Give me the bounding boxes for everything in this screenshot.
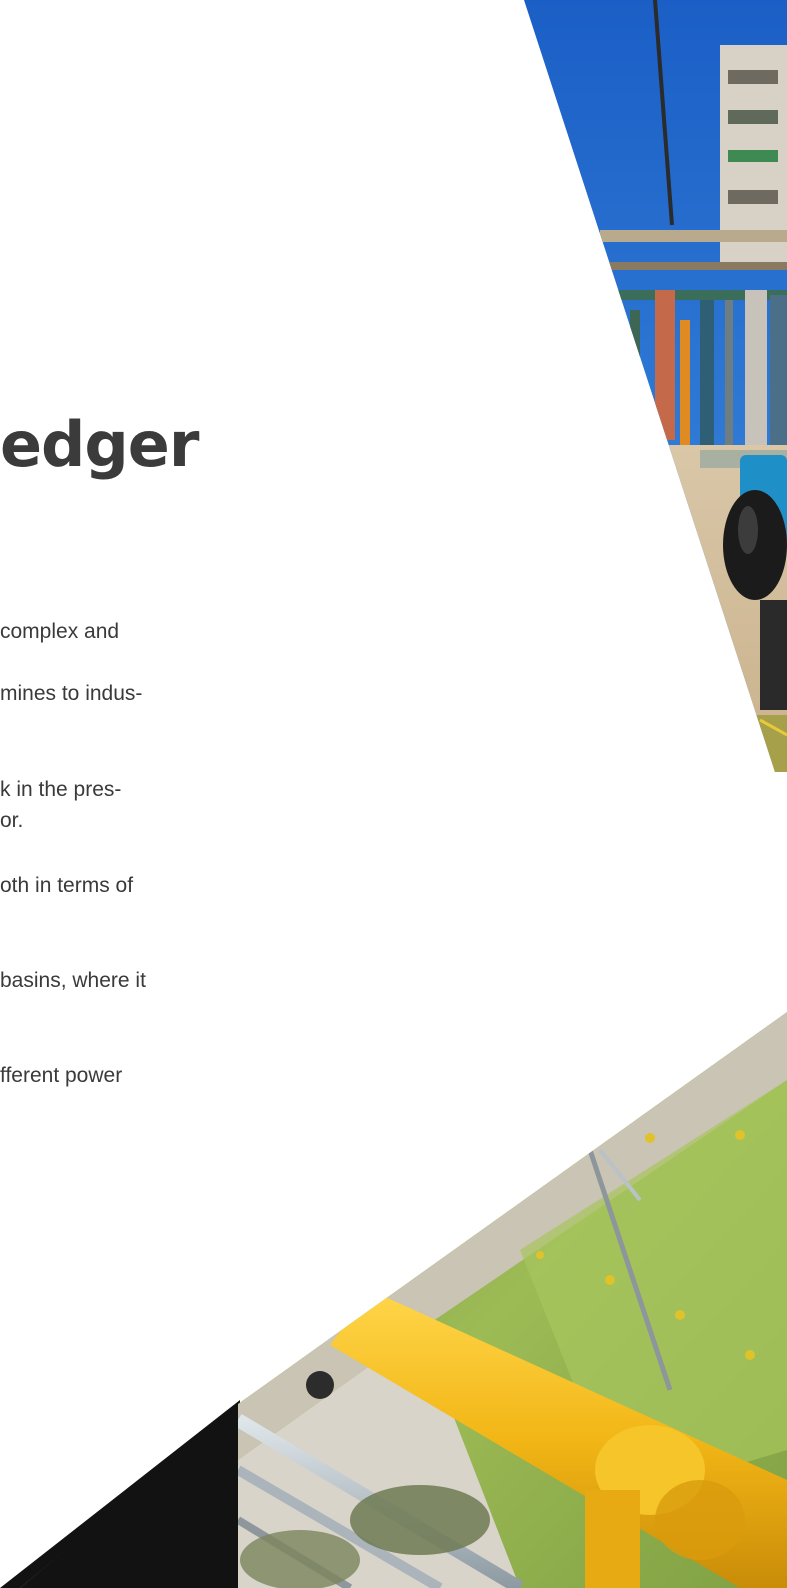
paragraph-line: oth in terms of	[0, 874, 134, 897]
page-heading: edger	[0, 408, 199, 481]
paragraph-line: complex and	[0, 620, 120, 643]
paragraph-line: mines to indus-	[0, 682, 143, 705]
paragraph-line: fferent power	[0, 1064, 123, 1087]
brochure-page: edger complex and mines to indus- k in t…	[0, 0, 787, 1588]
paragraph-line: or.	[0, 809, 24, 832]
treatment-basin-photo	[238, 1012, 787, 1588]
industrial-plant-photo	[524, 0, 787, 772]
paragraph-line: basins, where it	[0, 969, 146, 992]
paragraph-line: k in the pres-	[0, 778, 122, 801]
